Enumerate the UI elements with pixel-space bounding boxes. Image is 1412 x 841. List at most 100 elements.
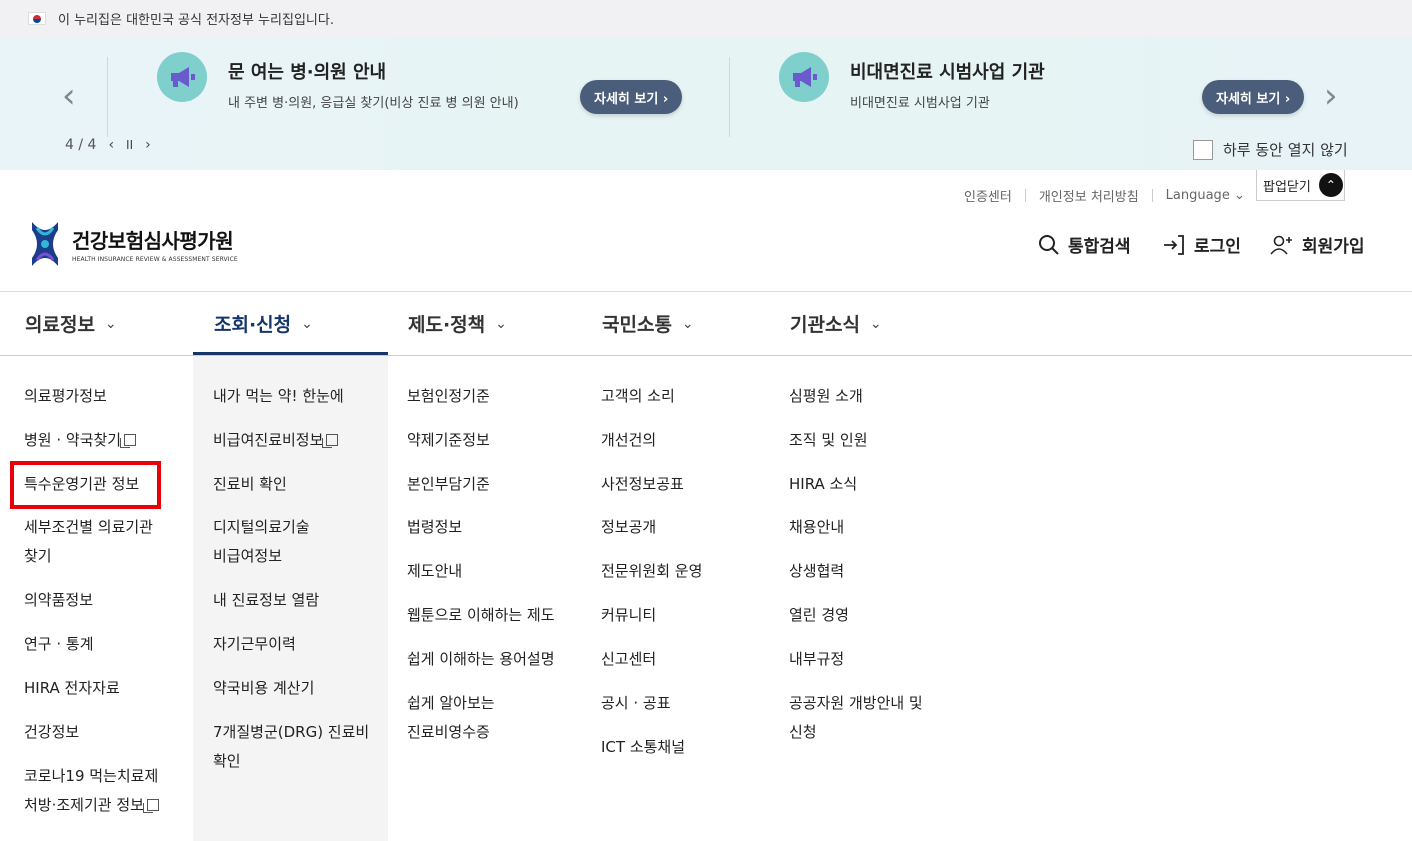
popup-next-arrow-icon[interactable]: › [1324, 79, 1338, 113]
divider [729, 57, 730, 137]
privacy-policy-link[interactable]: 개인정보 처리방침 [1039, 186, 1139, 205]
menu-item[interactable]: 커뮤니티 [601, 601, 656, 630]
menu-item[interactable]: 쉽게 이해하는 용어설명 [407, 645, 555, 674]
menu-item[interactable]: 정보공개 [601, 513, 656, 542]
popup-zone: ‹ 문 여는 병·의원 안내 내 주변 병·의원, 응급실 찾기(비상 진료 병… [0, 37, 1412, 170]
notice-1-more-button[interactable]: 자세히 보기 › [580, 80, 683, 114]
divider [1024, 189, 1026, 202]
menu-item[interactable]: 조직 및 인원 [789, 426, 868, 455]
menu-item-continued[interactable]: 비급여정보 [213, 542, 282, 571]
gov-banner: 이 누리집은 대한민국 공식 전자정부 누리집입니다. [0, 0, 1412, 37]
menu-item[interactable]: 사전정보공표 [601, 470, 684, 499]
login-icon [1164, 234, 1184, 255]
menu-item[interactable]: 의약품정보 [24, 586, 93, 615]
menu-item[interactable]: 디지털의료기술 [213, 513, 310, 542]
menu-item[interactable]: ICT 소통채널 [601, 733, 685, 762]
menu-item-special-institution[interactable]: 특수운영기관 정보 [24, 470, 139, 499]
menu-item[interactable]: 고객의 소리 [601, 382, 675, 411]
gov-banner-text: 이 누리집은 대한민국 공식 전자정부 누리집입니다. [58, 13, 334, 28]
pager-count: 4 / 4 [65, 137, 97, 153]
menu-item[interactable]: 열린 경영 [789, 601, 849, 630]
new-window-icon [120, 434, 137, 448]
menu-item[interactable]: 제도안내 [407, 557, 462, 586]
menu-item[interactable]: 법령정보 [407, 513, 462, 542]
gnb-agency-news[interactable]: 기관소식 ⌄ [790, 310, 882, 337]
pager-next-icon[interactable]: › [145, 137, 151, 153]
menu-item[interactable]: 신고센터 [601, 645, 656, 674]
signup-button[interactable]: 회원가입 [1270, 232, 1365, 257]
menu-item[interactable]: 공공자원 개방안내 및 [789, 689, 923, 718]
chevron-down-icon: ⌄ [869, 315, 882, 332]
menu-item[interactable]: 코로나19 먹는치료제 [24, 762, 158, 791]
chevron-down-icon: ⌄ [301, 315, 313, 332]
menu-item-continued[interactable]: 신청 [789, 718, 817, 747]
popup-pager: 4 / 4 ‹ II › [65, 137, 151, 153]
menu-item[interactable]: 보험인정기준 [407, 382, 490, 411]
cert-center-link[interactable]: 인증센터 [964, 186, 1012, 205]
gnb-label: 국민소통 [602, 314, 672, 336]
menu-item[interactable]: 세부조건별 의료기관 [24, 513, 153, 542]
menu-item[interactable]: 자기근무이력 [213, 630, 296, 659]
menu-item-continued[interactable]: 찾기 [24, 542, 52, 571]
divider [1151, 189, 1153, 202]
menu-item[interactable]: 공시 · 공표 [601, 689, 671, 718]
menu-item[interactable]: 내부규정 [789, 645, 844, 674]
menu-item[interactable]: 본인부담기준 [407, 470, 490, 499]
menu-item[interactable]: 건강정보 [24, 718, 79, 747]
hide-today-label: 하루 동안 열지 않기 [1223, 141, 1348, 159]
gnb-label: 조회·신청 [214, 314, 292, 336]
new-window-icon [322, 434, 339, 448]
menu-item[interactable]: 약제기준정보 [407, 426, 490, 455]
search-label: 통합검색 [1068, 237, 1131, 257]
menu-item[interactable]: 비급여진료비정보 [213, 426, 339, 455]
menu-item[interactable]: 상생협력 [789, 557, 844, 586]
pager-pause-icon[interactable]: II [126, 138, 133, 152]
menu-item-continued[interactable]: 확인 [213, 747, 241, 776]
menu-item[interactable]: 개선건의 [601, 426, 656, 455]
menu-item[interactable]: 진료비 확인 [213, 470, 287, 499]
chevron-down-icon: ⌄ [681, 315, 694, 332]
korea-flag-icon [28, 12, 46, 25]
menu-item[interactable]: 병원 · 약국찾기 [24, 426, 137, 455]
gnb-inquiry-apply[interactable]: 조회·신청 ⌄ [214, 310, 313, 337]
menu-item[interactable]: 채용안내 [789, 513, 844, 542]
gnb-medical-info[interactable]: 의료정보 ⌄ [25, 310, 117, 337]
gnb-label: 의료정보 [25, 314, 95, 336]
chevron-down-icon: ⌄ [495, 315, 507, 332]
signup-label: 회원가입 [1302, 237, 1365, 257]
language-selector[interactable]: Language ⌄ [1166, 188, 1245, 203]
close-popup-button[interactable]: 팝업닫기 ⌃ [1256, 170, 1345, 201]
popup-prev-arrow-icon[interactable]: ‹ [62, 79, 76, 113]
divider [0, 291, 1412, 292]
menu-item[interactable]: HIRA 소식 [789, 470, 857, 499]
logo-subtitle: HEALTH INSURANCE REVIEW & ASSESSMENT SER… [72, 256, 238, 263]
megaphone-icon [157, 52, 207, 102]
menu-item-continued[interactable]: 진료비영수증 [407, 718, 490, 747]
hide-today-option[interactable]: 하루 동안 열지 않기 [1193, 139, 1348, 160]
site-logo[interactable]: 건강보험심사평가원 HEALTH INSURANCE REVIEW & ASSE… [28, 220, 238, 268]
menu-item[interactable]: 내 진료정보 열람 [213, 586, 319, 615]
menu-item[interactable]: 쉽게 알아보는 [407, 689, 495, 718]
menu-item[interactable]: 웹툰으로 이해하는 제도 [407, 601, 555, 630]
user-add-icon [1270, 235, 1292, 255]
notice-2-desc: 비대면진료 시범사업 기관 [850, 96, 990, 111]
gnb-label: 제도·정책 [408, 314, 486, 336]
menu-item[interactable]: 심평원 소개 [789, 382, 863, 411]
pager-prev-icon[interactable]: ‹ [108, 137, 114, 153]
menu-item-label: 병원 · 약국찾기 [24, 431, 122, 449]
menu-item[interactable]: 연구 · 통계 [24, 630, 94, 659]
notice-2-more-button[interactable]: 자세히 보기 › [1202, 80, 1305, 114]
divider [107, 57, 108, 137]
gnb-public-communication[interactable]: 국민소통 ⌄ [602, 310, 694, 337]
menu-item[interactable]: 의료평가정보 [24, 382, 107, 411]
menu-item[interactable]: HIRA 전자자료 [24, 674, 120, 703]
integrated-search-button[interactable]: 통합검색 [1038, 232, 1131, 257]
menu-item[interactable]: 전문위원회 운영 [601, 557, 702, 586]
menu-item[interactable]: 약국비용 계산기 [213, 674, 314, 703]
menu-item[interactable]: 7개질병군(DRG) 진료비 [213, 718, 369, 747]
hide-today-checkbox[interactable] [1193, 139, 1213, 160]
menu-item-continued[interactable]: 처방·조제기관 정보 [24, 791, 159, 820]
gnb-system-policy[interactable]: 제도·정책 ⌄ [408, 310, 507, 337]
menu-item[interactable]: 내가 먹는 약! 한눈에 [213, 382, 344, 411]
login-button[interactable]: 로그인 [1162, 232, 1241, 257]
